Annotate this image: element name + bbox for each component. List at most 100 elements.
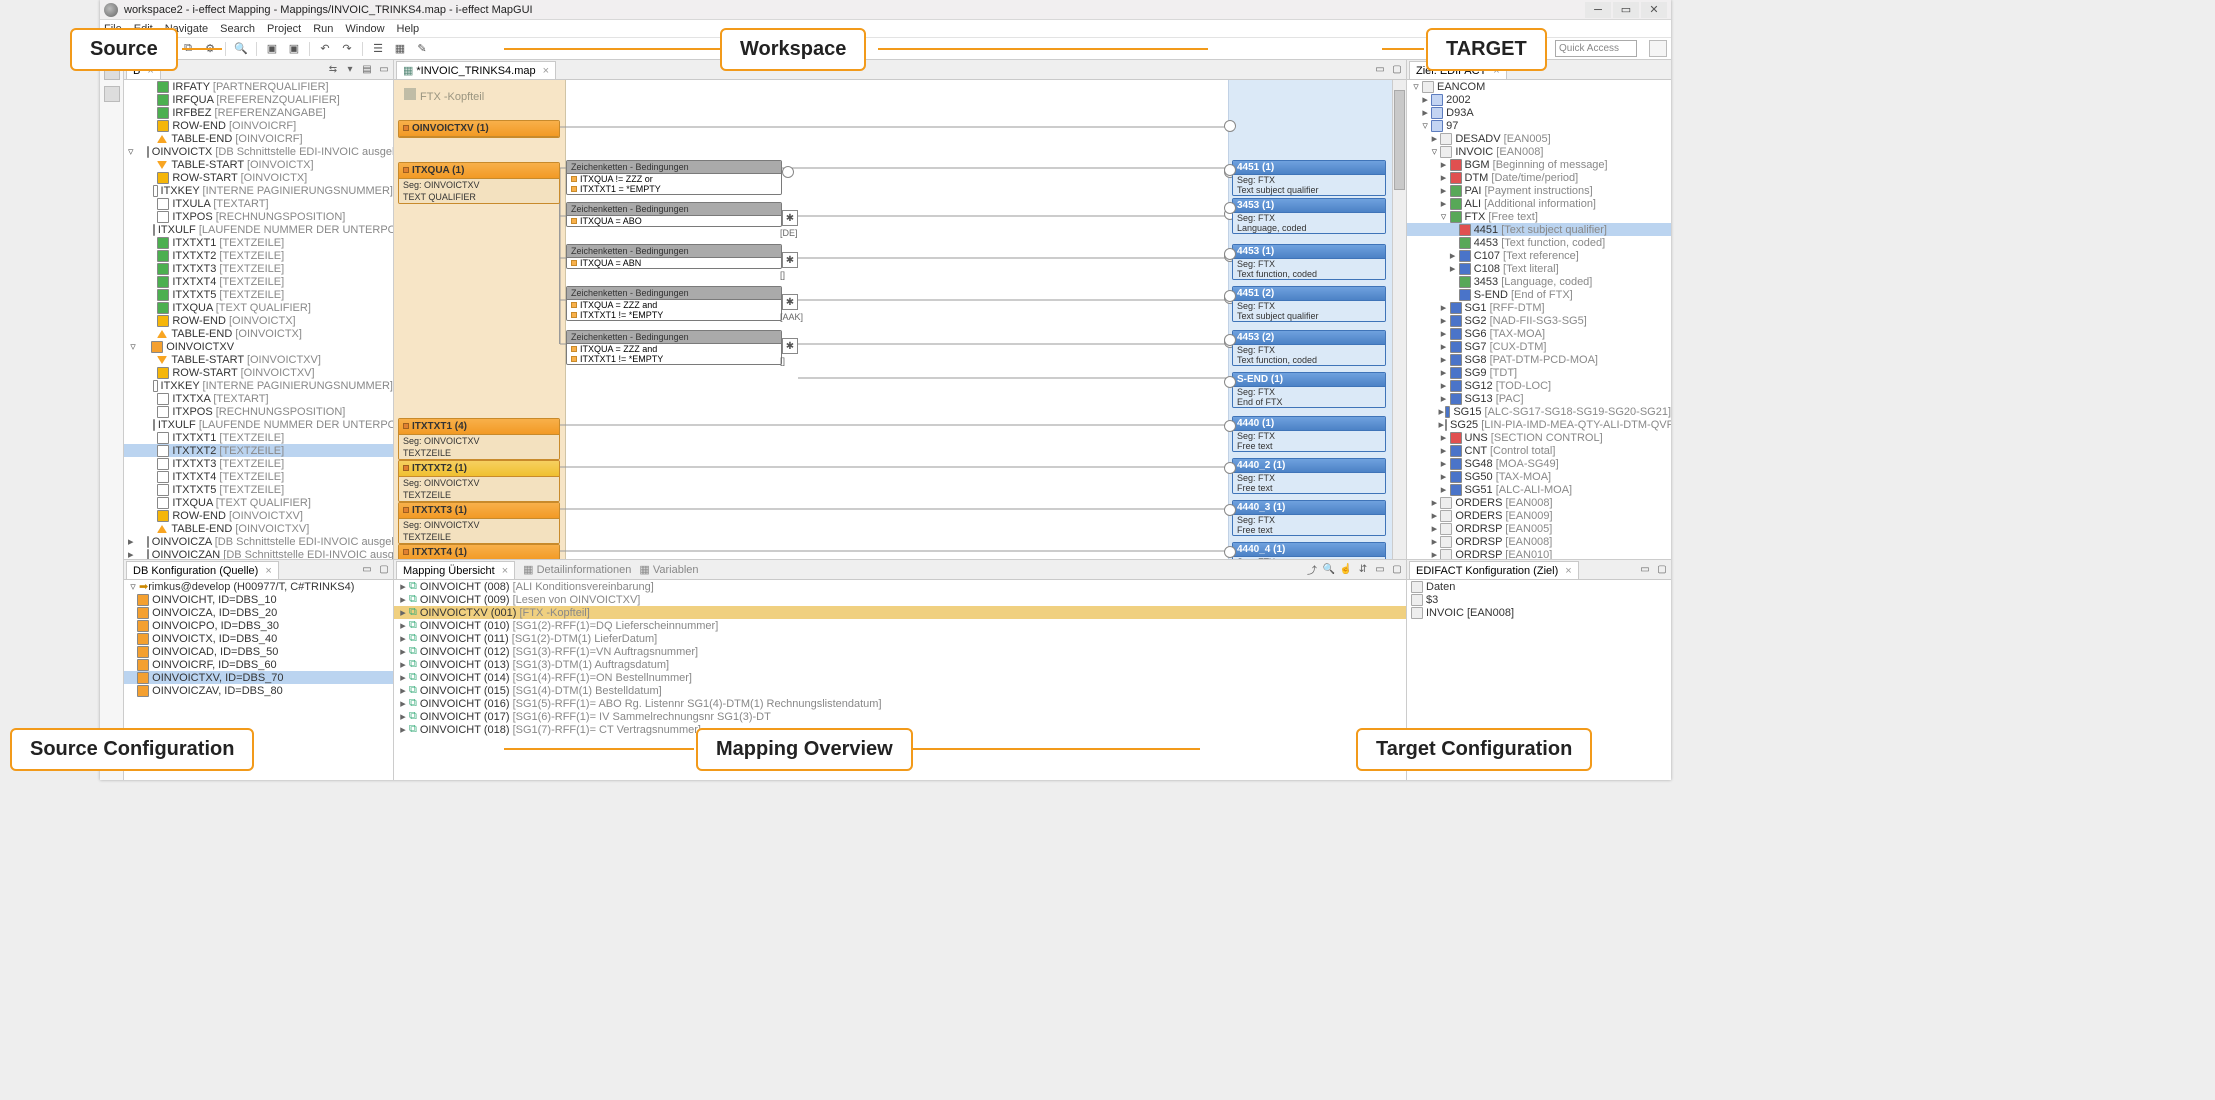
editor-source-node[interactable]: ITXTXT2 (1)Seg: OINVOICTXVTEXTZEILE (398, 460, 560, 502)
target-tree-item[interactable]: ▸ORDERS [EAN008] (1407, 496, 1671, 509)
source-tree-item[interactable]: ▸ ITXPOS [RECHNUNGSPOSITION] (124, 405, 393, 418)
tbtn-12[interactable]: ▦ (391, 40, 409, 58)
source-tree-item[interactable]: ▸ ITXULF [LAUFENDE NUMMER DER UNTERPOS (124, 223, 393, 236)
menu-help[interactable]: Help (397, 23, 420, 35)
port-icon[interactable] (1224, 120, 1236, 132)
target-tree[interactable]: ▿EANCOM ▸2002 ▸D93A ▿97 ▸DESADV [EAN005]… (1407, 80, 1671, 559)
source-tree-item[interactable]: ▸ ITXKEY [INTERNE PAGINIERUNGSNUMMER] (124, 184, 393, 197)
condition-connector-icon[interactable]: ✱ (782, 294, 798, 310)
target-tree-item[interactable]: ▸C108 [Text literal] (1407, 262, 1671, 275)
editor-tab[interactable]: ▦ *INVOIC_TRINKS4.map × (396, 61, 556, 79)
target-tree-item[interactable]: ▸ORDRSP [EAN008] (1407, 535, 1671, 548)
source-tree-item[interactable]: ▸ IRFQUA [REFERENZQUALIFIER] (124, 93, 393, 106)
filter-icon[interactable]: ▤ (360, 62, 374, 76)
source-tree-item[interactable]: ▸ OINVOICZAN [DB Schnittstelle EDI-INVOI… (124, 548, 393, 559)
editor-target-node[interactable]: 3453 (1)Seg: FTXLanguage, coded (1232, 198, 1386, 234)
tab-detail[interactable]: ▦ Detailinformationen (523, 563, 631, 576)
vstrip-icon-2[interactable] (104, 86, 120, 102)
max-icon[interactable]: ▢ (1390, 62, 1404, 76)
source-tree-item[interactable]: ▸ IRFBEZ [REFERENZANGABE] (124, 106, 393, 119)
port-icon[interactable] (1224, 504, 1236, 516)
port-icon[interactable] (1224, 376, 1236, 388)
source-tree-item[interactable]: ▸ ITXULF [LAUFENDE NUMMER DER UNTERPOS (124, 418, 393, 431)
source-tree-item[interactable]: ▸ ITXTXT3 [TEXTZEILE] (124, 262, 393, 275)
port-icon[interactable] (1224, 202, 1236, 214)
target-tree-item[interactable]: ▸DESADV [EAN005] (1407, 132, 1671, 145)
editor-condition-node[interactable]: Zeichenketten - BedingungenITXQUA = ABO (566, 202, 782, 227)
editor-target-node[interactable]: 4451 (2)Seg: FTXText subject qualifier (1232, 286, 1386, 322)
source-tree-item[interactable]: ▸ ITXKEY [INTERNE PAGINIERUNGSNUMMER] (124, 379, 393, 392)
min-icon[interactable]: ▭ (1373, 62, 1387, 76)
condition-connector-icon[interactable]: ✱ (782, 210, 798, 226)
editor-condition-node[interactable]: Zeichenketten - BedingungenITXQUA = ZZZ … (566, 286, 782, 321)
source-tree-item[interactable]: ▸ ITXTXA [TEXTART] (124, 392, 393, 405)
max-icon[interactable]: ▢ (1655, 562, 1669, 576)
condition-connector-icon[interactable]: ✱ (782, 252, 798, 268)
editor-condition-node[interactable]: Zeichenketten - BedingungenITXQUA = ZZZ … (566, 330, 782, 365)
close-icon[interactable]: × (502, 565, 508, 577)
source-tree-item[interactable]: ▸ ITXTXT4 [TEXTZEILE] (124, 470, 393, 483)
editor-target-node[interactable]: 4440 (1)Seg: FTXFree text (1232, 416, 1386, 452)
target-tree-item[interactable]: ▿INVOIC [EAN008] (1407, 145, 1671, 158)
port-icon[interactable] (1224, 290, 1236, 302)
source-tree-item[interactable]: ▸ IRFATY [PARTNERQUALIFIER] (124, 80, 393, 93)
edi-cfg-item[interactable]: $3 (1407, 593, 1671, 606)
edifact-cfg-tab[interactable]: EDIFACT Konfiguration (Ziel)× (1409, 561, 1579, 579)
link-icon[interactable]: ⇆ (326, 62, 340, 76)
quick-access-input[interactable]: Quick Access (1555, 40, 1637, 57)
tbtn-7[interactable]: ▣ (263, 40, 281, 58)
tbtn-8[interactable]: ▣ (285, 40, 303, 58)
icon-1[interactable]: ⤴ (1305, 562, 1319, 576)
target-tree-item[interactable]: ▸SG7 [CUX-DTM] (1407, 340, 1671, 353)
target-tree-item[interactable]: ▸ALI [Additional information] (1407, 197, 1671, 210)
mapping-editor[interactable]: FTX -Kopfteil OINVOICTXV (1)ITXQUA (1)Se… (394, 80, 1406, 559)
target-tree-item[interactable]: ▸C107 [Text reference] (1407, 249, 1671, 262)
editor-source-node[interactable]: ITXQUA (1)Seg: OINVOICTXVTEXT QUALIFIER (398, 162, 560, 204)
target-tree-item[interactable]: ▸UNS [SECTION CONTROL] (1407, 431, 1671, 444)
mapping-overview-item[interactable]: ▸⧉OINVOICHT (013) [SG1(3)-DTM(1) Auftrag… (394, 658, 1406, 671)
port-icon[interactable] (1224, 334, 1236, 346)
source-tree-item[interactable]: ▸ ITXQUA [TEXT QUALIFIER] (124, 496, 393, 509)
fwd-icon[interactable]: ↷ (338, 40, 356, 58)
source-tree-item[interactable]: ▸ ROW-START [OINVOICTXV] (124, 366, 393, 379)
source-tree-item[interactable]: ▸ ROW-END [OINVOICTX] (124, 314, 393, 327)
port-icon[interactable] (1224, 248, 1236, 260)
target-tree-item[interactable]: ▸D93A (1407, 106, 1671, 119)
editor-source-node[interactable]: ITXTXT4 (1)Seg: OINVOICTXVTEXTZEILE (398, 544, 560, 559)
search-icon[interactable]: 🔍 (232, 40, 250, 58)
icon-4[interactable]: ⇵ (1356, 562, 1370, 576)
target-tree-item[interactable]: ▸CNT [Control total] (1407, 444, 1671, 457)
restore-button[interactable]: ▭ (1613, 2, 1639, 18)
db-cfg-item[interactable]: OINVOICTXV, ID=DBS_70 (124, 671, 393, 684)
db-cfg-item[interactable]: OINVOICHT, ID=DBS_10 (124, 593, 393, 606)
mapping-overview-tab[interactable]: Mapping Übersicht× (396, 561, 515, 579)
target-tree-item[interactable]: ▸SG25 [LIN-PIA-IMD-MEA-QTY-ALI-DTM-QVR-F… (1407, 418, 1671, 431)
source-tree-item[interactable]: ▸ TABLE-END [OINVOICTXV] (124, 522, 393, 535)
back-icon[interactable]: ↶ (316, 40, 334, 58)
port-icon[interactable] (1224, 462, 1236, 474)
target-tree-item[interactable]: ▸2002 (1407, 93, 1671, 106)
source-tree-item[interactable]: ▿ OINVOICTX [DB Schnittstelle EDI-INVOIC… (124, 145, 393, 158)
minimize-button[interactable]: ─ (1585, 2, 1611, 18)
source-tree-item[interactable]: ▸ ITXQUA [TEXT QUALIFIER] (124, 301, 393, 314)
editor-target-node[interactable]: 4440_3 (1)Seg: FTXFree text (1232, 500, 1386, 536)
target-tree-item[interactable]: ▸4451 [Text subject qualifier] (1407, 223, 1671, 236)
editor-target-node[interactable]: S-END (1)Seg: FTXEnd of FTX (1232, 372, 1386, 408)
target-tree-item[interactable]: ▸SG8 [PAT-DTM-PCD-MOA] (1407, 353, 1671, 366)
source-tree-item[interactable]: ▸ ITXTXT2 [TEXTZEILE] (124, 249, 393, 262)
editor-source-node[interactable]: OINVOICTXV (1) (398, 120, 560, 138)
target-tree-item[interactable]: ▸SG9 [TDT] (1407, 366, 1671, 379)
port-icon[interactable] (1224, 546, 1236, 558)
mapping-overview-item[interactable]: ▸⧉OINVOICTXV (001) [FTX -Kopfteil] (394, 606, 1406, 619)
port-icon[interactable] (1224, 164, 1236, 176)
mapping-overview-item[interactable]: ▸⧉OINVOICHT (010) [SG1(2)-RFF(1)=DQ Lief… (394, 619, 1406, 632)
icon-2[interactable]: 🔍 (1322, 562, 1336, 576)
editor-target-node[interactable]: 4453 (1)Seg: FTXText function, coded (1232, 244, 1386, 280)
source-tree-item[interactable]: ▸ TABLE-END [OINVOICRF] (124, 132, 393, 145)
target-tree-item[interactable]: ▸SG12 [TOD-LOC] (1407, 379, 1671, 392)
port-icon[interactable] (1224, 420, 1236, 432)
target-tree-item[interactable]: ▸SG2 [NAD-FII-SG3-SG5] (1407, 314, 1671, 327)
close-button[interactable]: ✕ (1641, 2, 1667, 18)
target-tree-item[interactable]: ▸3453 [Language, coded] (1407, 275, 1671, 288)
db-cfg-tab[interactable]: DB Konfiguration (Quelle)× (126, 561, 279, 579)
